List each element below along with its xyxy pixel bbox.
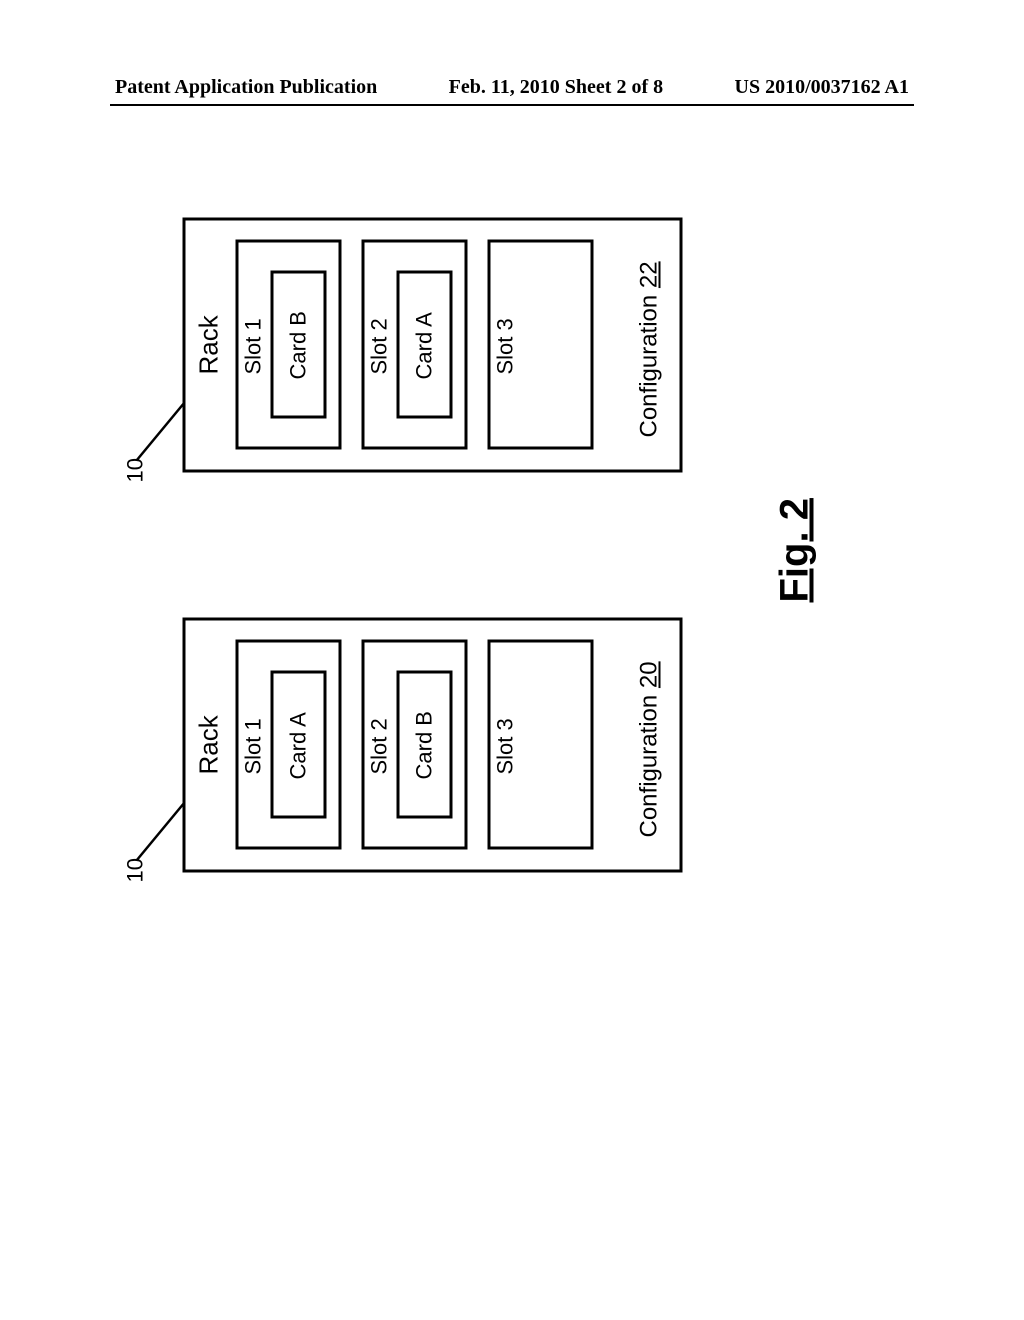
- page: Patent Application Publication Feb. 11, …: [0, 0, 1024, 1320]
- slot-3-right: Slot 3: [488, 240, 594, 450]
- config-num-left: 20: [636, 661, 663, 688]
- card-slot2-left-label: Card B: [412, 711, 438, 779]
- slot-1-left-label: Slot 1: [241, 718, 267, 774]
- rack-title-right: Rack: [194, 315, 225, 374]
- figure-caption: Fig. 2: [773, 498, 818, 602]
- config-label-right: Configuration 22: [636, 261, 664, 437]
- card-slot1-right-label: Card B: [286, 311, 312, 379]
- slot-3-right-label: Slot 3: [493, 318, 519, 374]
- config-label-left: Configuration 20: [636, 661, 664, 837]
- slot-1-right: Slot 1 Card B: [236, 240, 342, 450]
- card-slot1-right: Card B: [271, 271, 327, 419]
- rack-box-left: Rack Slot 1 Card A Slot 2 Card B Slot 3 …: [183, 618, 683, 873]
- page-header: Patent Application Publication Feb. 11, …: [115, 76, 909, 99]
- rack-box-right: Rack Slot 1 Card B Slot 2 Card A Slot 3 …: [183, 218, 683, 473]
- slot-2-right: Slot 2 Card A: [362, 240, 468, 450]
- card-slot2-right: Card A: [397, 271, 453, 419]
- card-slot2-left: Card B: [397, 671, 453, 819]
- rack-title-left: Rack: [194, 715, 225, 774]
- config-num-right: 22: [636, 261, 663, 288]
- config-word-right: Configuration: [636, 288, 663, 437]
- slot-1-left: Slot 1 Card A: [236, 640, 342, 850]
- header-left: Patent Application Publication: [115, 76, 377, 99]
- slot-2-left: Slot 2 Card B: [362, 640, 468, 850]
- figure-area: 10 Rack Slot 1 Card A Slot 2 Card B Slot…: [153, 148, 873, 943]
- slot-3-left: Slot 3: [488, 640, 594, 850]
- slot-3-left-label: Slot 3: [493, 718, 519, 774]
- card-slot1-left-label: Card A: [286, 712, 312, 779]
- config-word-left: Configuration: [636, 688, 663, 837]
- header-right: US 2010/0037162 A1: [735, 76, 909, 99]
- slot-2-left-label: Slot 2: [367, 718, 393, 774]
- card-slot2-right-label: Card A: [412, 312, 438, 379]
- slot-1-right-label: Slot 1: [241, 318, 267, 374]
- card-slot1-left: Card A: [271, 671, 327, 819]
- slot-2-right-label: Slot 2: [367, 318, 393, 374]
- header-rule: [110, 104, 914, 106]
- header-center: Feb. 11, 2010 Sheet 2 of 8: [449, 76, 663, 99]
